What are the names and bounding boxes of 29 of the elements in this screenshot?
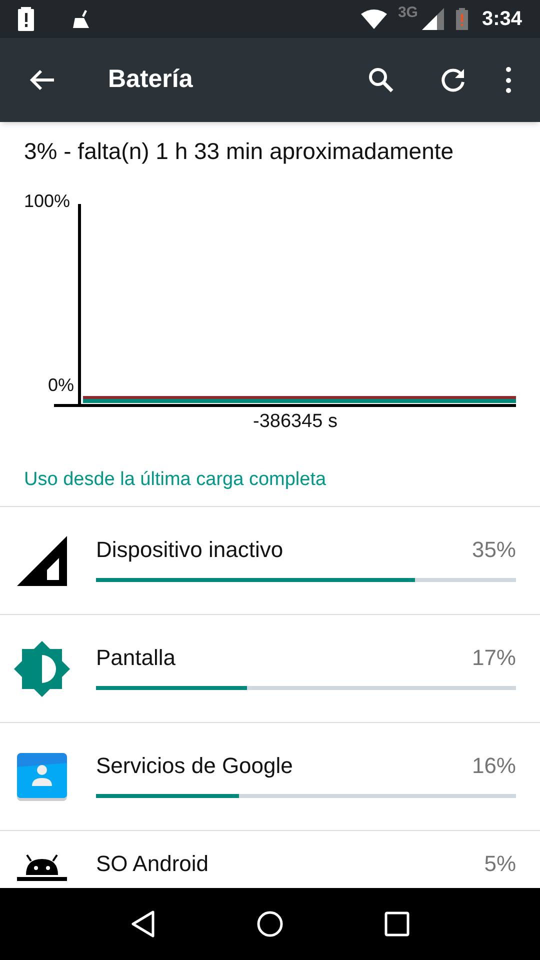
app-name: Dispositivo inactivo (96, 536, 284, 564)
network-type: 3G (398, 3, 418, 23)
app-name: SO Android (96, 850, 209, 878)
battery-summary: 3% - falta(n) 1 h 33 min aproximadamente (24, 138, 454, 164)
app-name: Servicios de Google (96, 752, 293, 780)
axis-label: 100% (24, 190, 70, 213)
brightness-icon (14, 640, 70, 696)
contact-card-icon (17, 752, 67, 800)
battery-alert-icon (18, 7, 34, 31)
signal-icon (17, 536, 67, 586)
wifi-icon (360, 9, 387, 29)
section-header: Uso desde la última carga completa (24, 469, 326, 490)
usage-percent: 5% (484, 850, 516, 878)
back-nav-button[interactable] (130, 910, 156, 938)
clock: 3:34 (482, 7, 522, 32)
recents-nav-button[interactable] (384, 911, 410, 937)
axis-label: 0% (48, 374, 74, 397)
usage-percent: 35% (472, 536, 516, 564)
search-button[interactable] (366, 65, 396, 95)
broom-icon (72, 10, 90, 28)
axis-label: -386345 s (253, 410, 338, 434)
home-nav-button[interactable] (256, 910, 284, 938)
usage-percent: 17% (472, 644, 516, 672)
battery-low-icon (456, 8, 468, 30)
app-name: Pantalla (96, 644, 176, 672)
signal-icon (422, 8, 444, 30)
screen-title: Batería (108, 64, 193, 96)
usage-percent: 16% (472, 752, 516, 780)
more-options-button[interactable] (504, 67, 512, 93)
